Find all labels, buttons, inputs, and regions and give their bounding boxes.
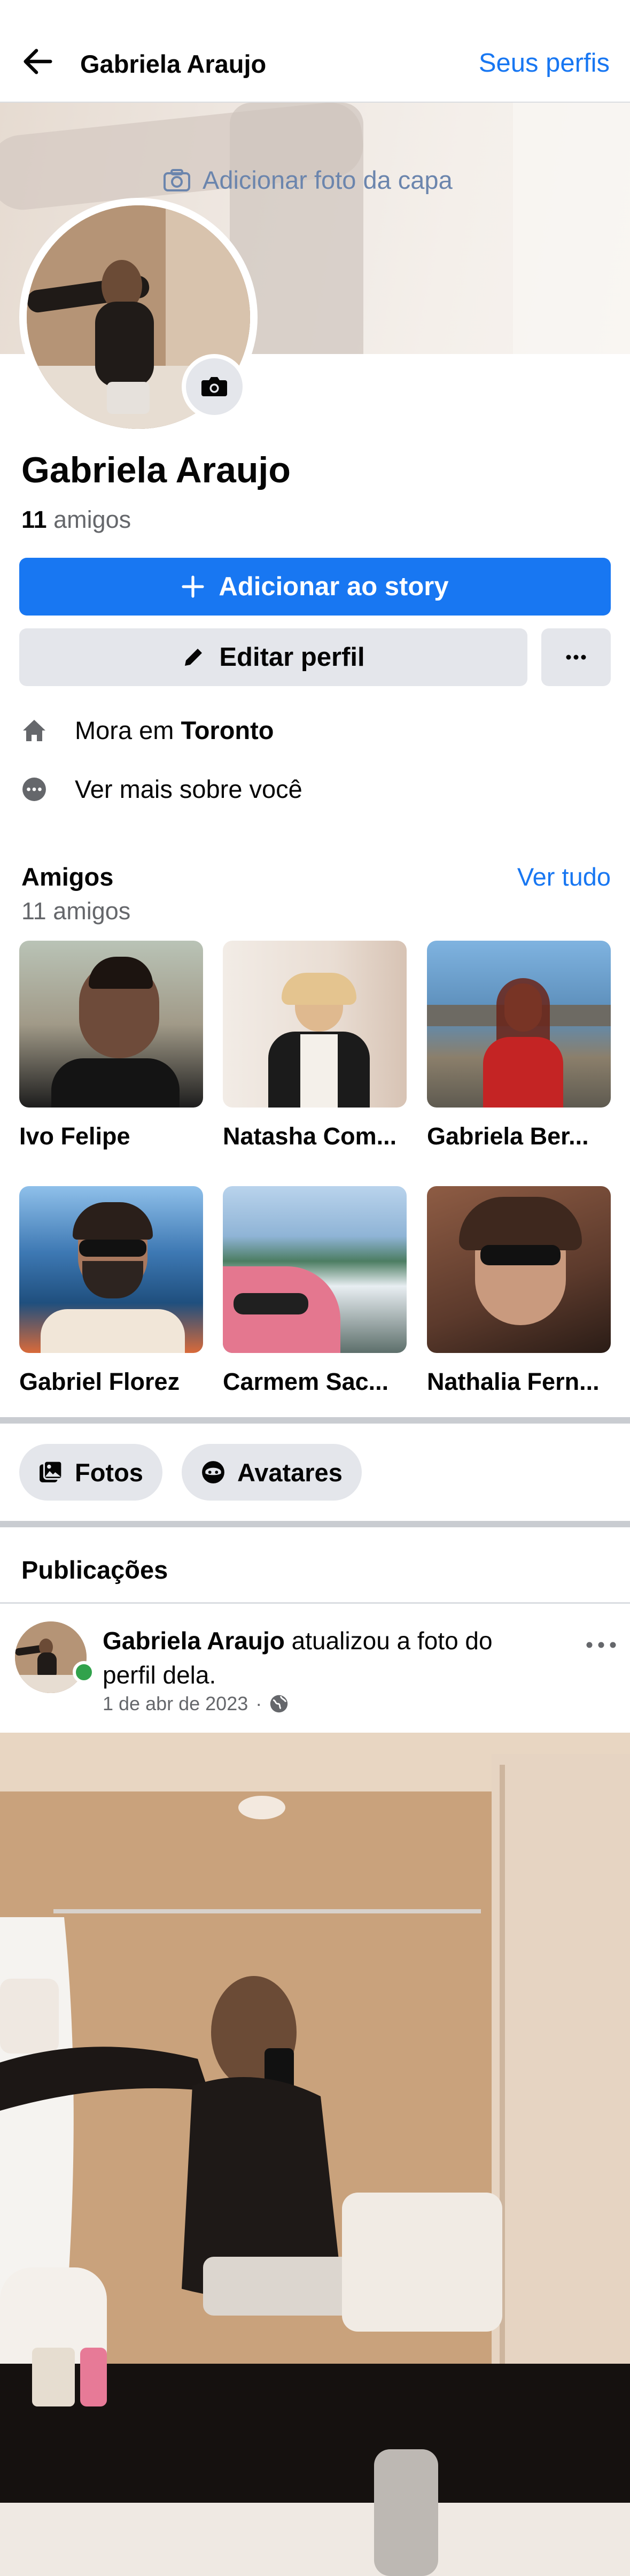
avatars-chip-label: Avatares: [237, 1458, 343, 1487]
friend-photo: [223, 941, 407, 1108]
edit-profile-label: Editar perfil: [219, 643, 365, 672]
header-title: Gabriela Araujo: [80, 50, 267, 78]
friends-count-number: 11: [21, 506, 47, 533]
bathroom-selfie-illustration: [0, 1733, 630, 2576]
friend-card[interactable]: Gabriela Ber...: [427, 941, 611, 1150]
friend-name: Carmem Sac...: [223, 1368, 389, 1395]
camera-icon: [201, 377, 227, 396]
friends-section-subtitle: 11 amigos: [21, 897, 131, 925]
lives-in-prefix: Mora em: [75, 716, 174, 744]
home-icon: [21, 718, 47, 743]
friend-photo: [427, 941, 611, 1108]
post-options-icon: [586, 1642, 616, 1648]
friend-name: Gabriel Florez: [19, 1368, 180, 1395]
more-dots-icon: [566, 655, 586, 660]
friends-count-label: amigos: [53, 506, 131, 533]
friend-photo: [19, 1186, 203, 1353]
add-to-story-label: Adicionar ao story: [219, 572, 449, 601]
friend-name: Nathalia Fern...: [427, 1368, 600, 1395]
avatars-chip[interactable]: Avatares: [182, 1444, 362, 1501]
more-options-button[interactable]: [541, 628, 611, 686]
add-cover-photo-label: Adicionar foto da capa: [203, 166, 453, 194]
friend-photo: [19, 941, 203, 1108]
friend-photo: [223, 1186, 407, 1353]
post-date[interactable]: 1 de abr de 2023: [103, 1693, 248, 1715]
see-all-friends-link[interactable]: Ver tudo: [517, 862, 611, 891]
see-more-about-row[interactable]: Ver mais sobre você: [21, 774, 302, 804]
globe-icon: [270, 1695, 288, 1713]
lives-in-city[interactable]: Toronto: [181, 716, 274, 744]
post-author-name[interactable]: Gabriela Araujo: [103, 1627, 285, 1655]
friend-name: Ivo Felipe: [19, 1122, 130, 1150]
add-cover-photo-button[interactable]: Adicionar foto da capa: [163, 165, 453, 195]
friend-card[interactable]: Carmem Sac...: [223, 1186, 407, 1396]
friend-name: Gabriela Ber...: [427, 1122, 589, 1150]
edit-profile-button[interactable]: Editar perfil: [19, 628, 527, 686]
posts-section-title: Publicações: [21, 1556, 168, 1584]
friend-photo: [427, 1186, 611, 1353]
lives-in-row: Mora em Toronto: [21, 716, 274, 745]
see-more-about-label: Ver mais sobre você: [75, 775, 302, 803]
plus-icon: [182, 575, 204, 598]
post-options-button[interactable]: [586, 1626, 617, 1655]
section-divider: [0, 1521, 630, 1527]
friend-card[interactable]: Ivo Felipe: [19, 941, 203, 1150]
post-photo[interactable]: [0, 1733, 630, 2576]
friends-count[interactable]: 11 amigos: [21, 506, 131, 534]
photos-chip-label: Fotos: [75, 1458, 143, 1487]
profile-name: Gabriela Araujo: [21, 450, 291, 490]
post-author-avatar[interactable]: [15, 1621, 87, 1693]
friend-card[interactable]: Nathalia Fern...: [427, 1186, 611, 1396]
meta-separator: ·: [255, 1693, 262, 1714]
photos-chip[interactable]: Fotos: [19, 1444, 162, 1501]
add-to-story-button[interactable]: Adicionar ao story: [19, 558, 611, 616]
online-status-dot: [73, 1661, 95, 1683]
photos-icon: [40, 1460, 63, 1482]
post-avatar-illustration: [15, 1621, 87, 1693]
change-avatar-button[interactable]: [182, 354, 247, 419]
more-circle-icon: [21, 776, 47, 802]
friend-card[interactable]: Gabriel Florez: [19, 1186, 203, 1396]
post-headline: Gabriela Araujo atualizou a foto do perf…: [103, 1624, 519, 1692]
camera-outline-icon: [164, 168, 190, 191]
friend-name: Natasha Com...: [223, 1122, 397, 1150]
cover-door: [513, 103, 630, 354]
your-profiles-link[interactable]: Seus perfis: [479, 48, 610, 78]
thin-divider: [0, 1602, 630, 1604]
post-meta: 1 de abr de 2023 ·: [103, 1693, 289, 1715]
pencil-icon: [185, 649, 203, 666]
back-arrow-icon[interactable]: [19, 43, 57, 80]
section-divider: [0, 1417, 630, 1424]
friend-card[interactable]: Natasha Com...: [223, 941, 407, 1150]
friends-section-title: Amigos: [21, 863, 114, 891]
avatar-face-icon: [202, 1461, 224, 1483]
